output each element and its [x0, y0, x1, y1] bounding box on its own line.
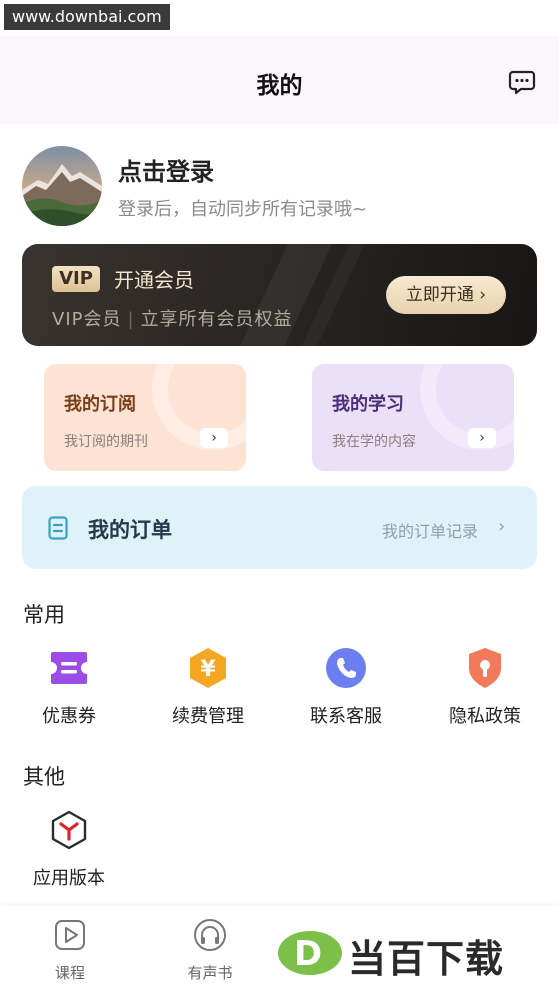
app-version-label: 应用版本	[33, 868, 105, 889]
chevron-right-icon[interactable]: ›	[200, 428, 228, 448]
coupon-item[interactable]: 优惠券	[9, 646, 129, 728]
my-subscriptions-card[interactable]: 我的订阅 我订阅的期刊 ›	[44, 364, 246, 471]
vip-description: VIP会员 | 立享所有会员权益	[52, 305, 293, 331]
app-version-item[interactable]: 应用版本	[9, 808, 129, 890]
version-cube-icon	[47, 808, 91, 852]
vip-card[interactable]: VIP 开通会员 VIP会员 | 立享所有会员权益 立即开通 ›	[22, 244, 537, 346]
vip-desc-right: 立享所有会员权益	[140, 309, 293, 330]
chevron-right-icon[interactable]: ›	[498, 516, 505, 537]
document-icon	[48, 516, 68, 540]
svg-text:D: D	[294, 934, 322, 974]
my-orders-card[interactable]: 我的订单 我的订单记录 ›	[22, 486, 537, 569]
shield-lock-icon	[463, 646, 507, 690]
coupon-label: 优惠券	[42, 706, 96, 727]
chevron-right-icon[interactable]: ›	[468, 428, 496, 448]
login-subtitle: 登录后，自动同步所有记录哦~	[118, 199, 368, 220]
page-title: 我的	[256, 73, 303, 99]
watermark-url: www.downbai.com	[4, 4, 170, 30]
tile-desc: 我订阅的期刊	[64, 434, 148, 450]
brand-text: 当百下载	[348, 937, 505, 981]
vip-desc-separator: |	[127, 309, 135, 330]
nav-label: 课程	[54, 964, 85, 982]
chat-bubble-icon[interactable]	[508, 68, 536, 96]
vip-badge: VIP	[52, 266, 100, 292]
vip-title: 开通会员	[114, 268, 194, 292]
phone-icon	[324, 646, 368, 690]
decor-circle	[152, 364, 246, 450]
vip-desc-left: VIP会员	[52, 309, 122, 330]
decor-circle	[420, 364, 514, 450]
my-learning-card[interactable]: 我的学习 我在学的内容 ›	[312, 364, 514, 471]
avatar[interactable]	[22, 146, 102, 226]
svg-text:¥: ¥	[200, 657, 216, 682]
customer-service-label: 联系客服	[310, 706, 382, 727]
orders-title: 我的订单	[88, 518, 172, 542]
play-icon	[55, 920, 85, 950]
tile-desc: 我在学的内容	[332, 434, 416, 450]
headphones-icon	[194, 919, 226, 951]
privacy-policy-label: 隐私政策	[449, 706, 521, 727]
tile-title: 我的学习	[332, 394, 404, 415]
nav-label: 有声书	[187, 964, 233, 982]
yen-icon: ¥	[186, 646, 230, 690]
vip-open-button[interactable]: 立即开通 ›	[386, 276, 506, 314]
customer-service-item[interactable]: 联系客服	[286, 646, 406, 728]
privacy-policy-item[interactable]: 隐私政策	[425, 646, 545, 728]
section-title-common: 常用	[23, 603, 65, 627]
tile-title: 我的订阅	[64, 394, 136, 415]
nav-tab-courses[interactable]: 课程	[30, 918, 110, 983]
renewal-item[interactable]: ¥ 续费管理	[148, 646, 268, 728]
section-title-other: 其他	[23, 765, 65, 789]
nav-tab-audiobooks[interactable]: 有声书	[170, 918, 250, 983]
coupon-icon	[47, 646, 91, 690]
login-title[interactable]: 点击登录	[118, 152, 214, 187]
renewal-label: 续费管理	[172, 706, 244, 727]
orders-record-link[interactable]: 我的订单记录	[382, 518, 478, 542]
